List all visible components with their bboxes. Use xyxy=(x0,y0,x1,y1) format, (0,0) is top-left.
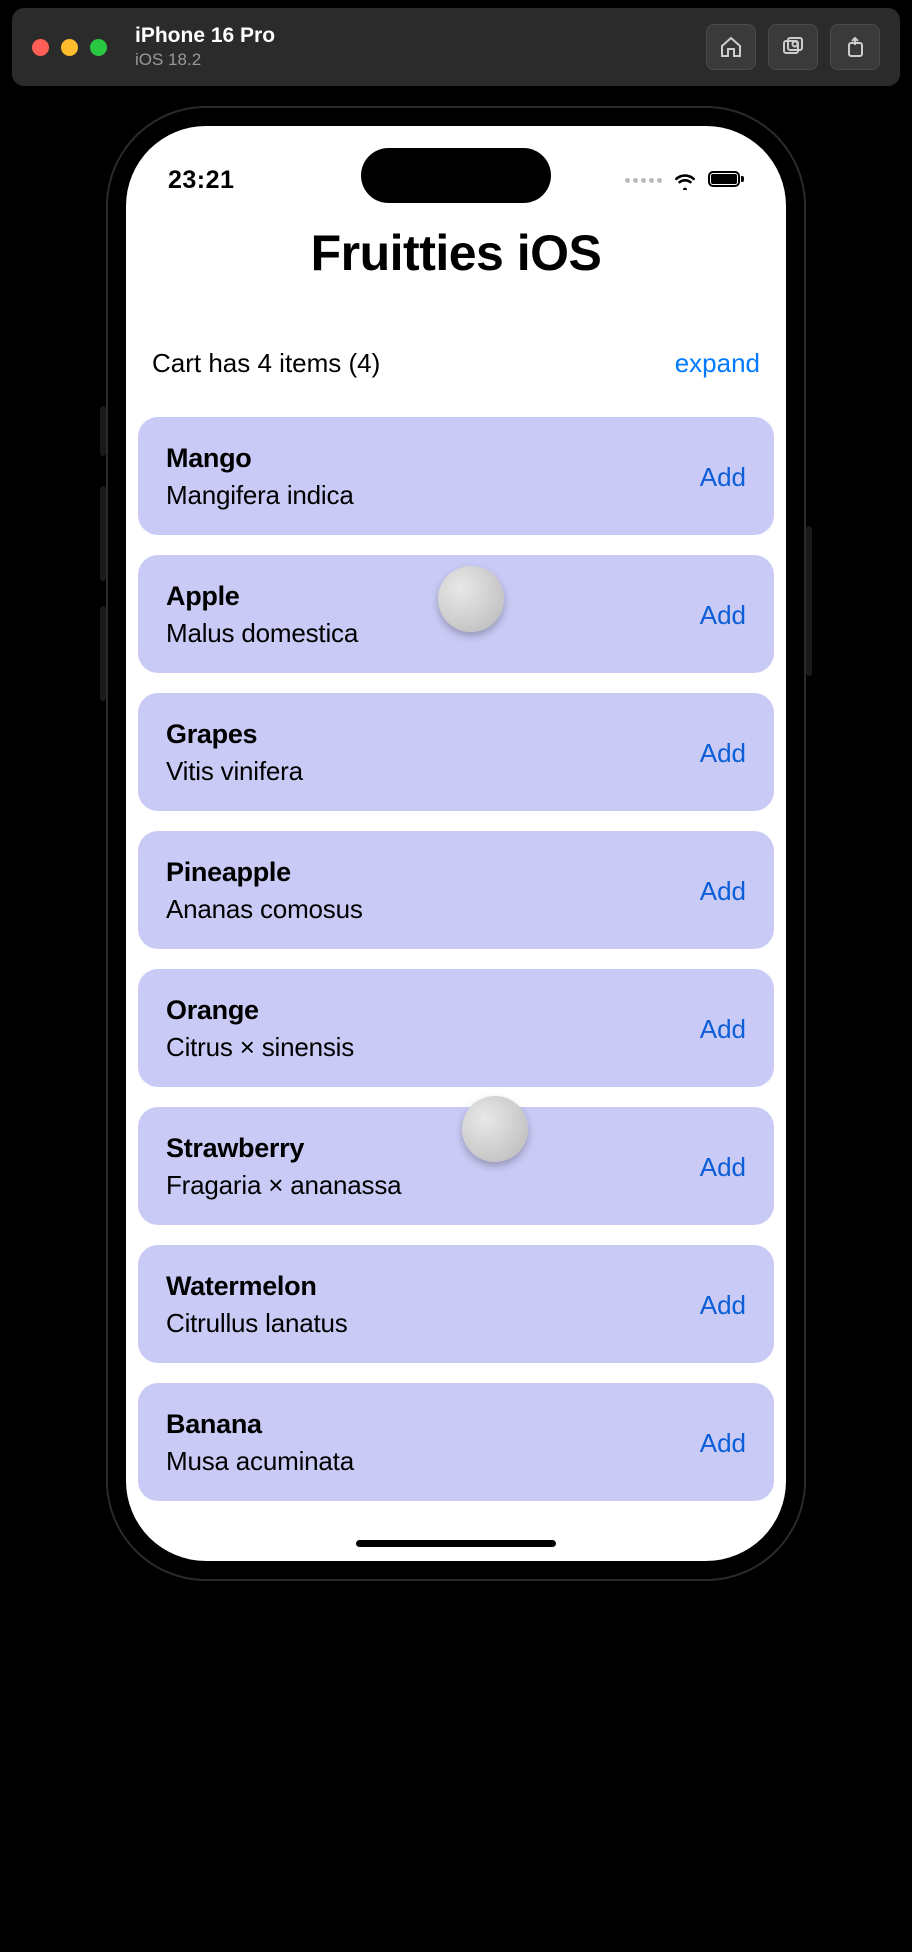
device-name: iPhone 16 Pro xyxy=(135,24,706,48)
touch-cursor xyxy=(438,566,504,632)
phone-frame: 23:21 Fruitties iOS C xyxy=(106,106,806,1581)
volume-up-button[interactable] xyxy=(100,486,106,581)
fruit-info: Grapes Vitis vinifera xyxy=(166,719,303,787)
fruit-info: Watermelon Citrullus lanatus xyxy=(166,1271,348,1339)
traffic-lights xyxy=(32,39,107,56)
home-button[interactable] xyxy=(706,24,756,70)
add-button[interactable]: Add xyxy=(700,876,746,907)
fruit-scientific-name: Mangifera indica xyxy=(166,480,354,511)
volume-down-button[interactable] xyxy=(100,606,106,701)
fruit-info: Pineapple Ananas comosus xyxy=(166,857,363,925)
simulator-titlebar: iPhone 16 Pro iOS 18.2 xyxy=(12,8,900,86)
fruit-card: Banana Musa acuminata Add xyxy=(138,1383,774,1501)
expand-button[interactable]: expand xyxy=(675,348,760,379)
toolbar-actions xyxy=(706,24,880,70)
fruit-card: Mango Mangifera indica Add xyxy=(138,417,774,535)
fruit-name: Mango xyxy=(166,443,354,474)
fruit-scientific-name: Ananas comosus xyxy=(166,894,363,925)
fruit-name: Orange xyxy=(166,995,354,1026)
fruit-scientific-name: Malus domestica xyxy=(166,618,358,649)
battery-icon xyxy=(708,171,744,189)
fruit-info: Mango Mangifera indica xyxy=(166,443,354,511)
add-button[interactable]: Add xyxy=(700,1428,746,1459)
cart-summary: Cart has 4 items (4) xyxy=(152,348,380,379)
app-title: Fruitties iOS xyxy=(126,224,786,282)
touch-cursor xyxy=(462,1096,528,1162)
fruit-scientific-name: Vitis vinifera xyxy=(166,756,303,787)
fruit-scientific-name: Fragaria × ananassa xyxy=(166,1170,401,1201)
home-indicator[interactable] xyxy=(356,1540,556,1547)
fruit-scientific-name: Musa acuminata xyxy=(166,1446,354,1477)
cellular-icon xyxy=(625,178,662,183)
add-button[interactable]: Add xyxy=(700,738,746,769)
add-button[interactable]: Add xyxy=(700,462,746,493)
window-title: iPhone 16 Pro iOS 18.2 xyxy=(135,24,706,70)
fruit-info: Banana Musa acuminata xyxy=(166,1409,354,1477)
fruit-name: Pineapple xyxy=(166,857,363,888)
fruit-card: Grapes Vitis vinifera Add xyxy=(138,693,774,811)
zoom-window-button[interactable] xyxy=(90,39,107,56)
close-window-button[interactable] xyxy=(32,39,49,56)
add-button[interactable]: Add xyxy=(700,1014,746,1045)
cart-row: Cart has 4 items (4) expand xyxy=(126,348,786,379)
fruit-info: Strawberry Fragaria × ananassa xyxy=(166,1133,401,1201)
fruit-card: Strawberry Fragaria × ananassa Add xyxy=(138,1107,774,1225)
add-button[interactable]: Add xyxy=(700,1152,746,1183)
fruit-name: Banana xyxy=(166,1409,354,1440)
fruit-name: Apple xyxy=(166,581,358,612)
fruit-name: Strawberry xyxy=(166,1133,401,1164)
fruit-card: Watermelon Citrullus lanatus Add xyxy=(138,1245,774,1363)
fruit-scientific-name: Citrus × sinensis xyxy=(166,1032,354,1063)
fruit-name: Grapes xyxy=(166,719,303,750)
fruit-info: Apple Malus domestica xyxy=(166,581,358,649)
os-version: iOS 18.2 xyxy=(135,50,706,70)
fruit-info: Orange Citrus × sinensis xyxy=(166,995,354,1063)
dynamic-island xyxy=(361,148,551,203)
fruit-card: Orange Citrus × sinensis Add xyxy=(138,969,774,1087)
phone-screen: 23:21 Fruitties iOS C xyxy=(126,126,786,1561)
minimize-window-button[interactable] xyxy=(61,39,78,56)
fruit-scientific-name: Citrullus lanatus xyxy=(166,1308,348,1339)
status-time: 23:21 xyxy=(168,166,234,195)
fruit-name: Watermelon xyxy=(166,1271,348,1302)
fruit-card: Pineapple Ananas comosus Add xyxy=(138,831,774,949)
status-icons xyxy=(625,170,744,190)
screenshot-button[interactable] xyxy=(768,24,818,70)
camera-stack-icon xyxy=(781,35,805,59)
mute-switch[interactable] xyxy=(100,406,106,456)
add-button[interactable]: Add xyxy=(700,1290,746,1321)
side-button[interactable] xyxy=(806,526,812,676)
share-overlay-button[interactable] xyxy=(830,24,880,70)
wifi-icon xyxy=(672,170,698,190)
add-button[interactable]: Add xyxy=(700,600,746,631)
home-icon xyxy=(719,35,743,59)
share-overlay-icon xyxy=(843,35,867,59)
